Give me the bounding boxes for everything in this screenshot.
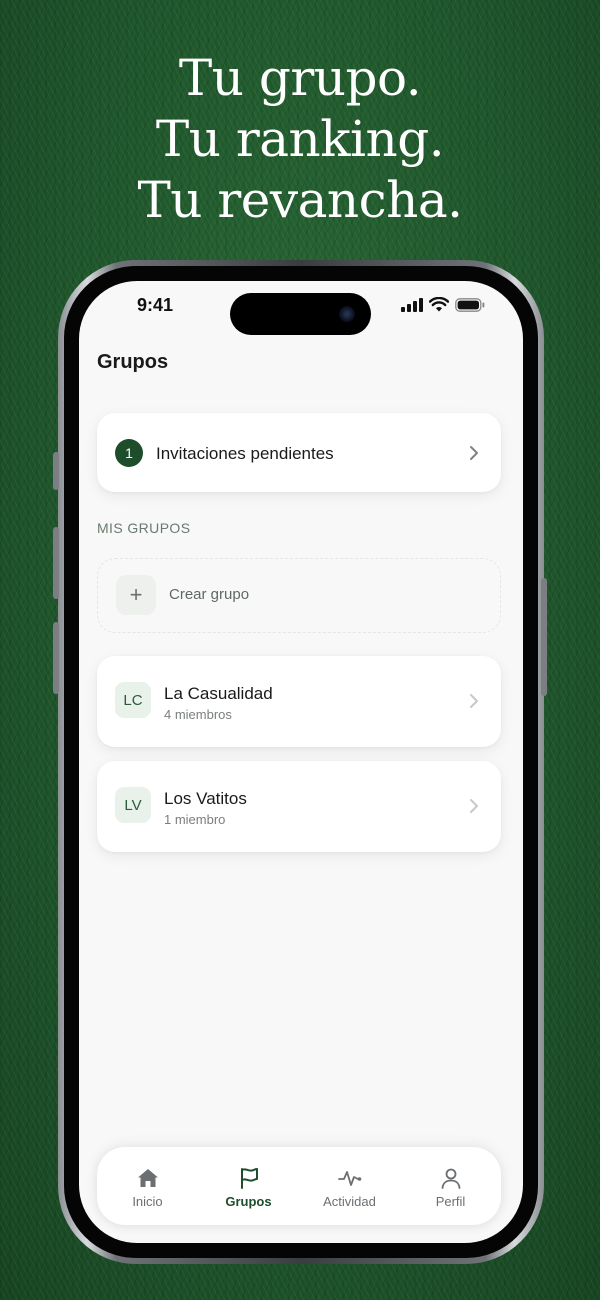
tab-inicio[interactable]: Inicio — [97, 1147, 198, 1225]
tab-label: Actividad — [323, 1194, 376, 1209]
user-icon — [441, 1168, 461, 1189]
camera-icon — [339, 306, 355, 322]
pending-invitations-card[interactable]: 1 Invitaciones pendientes — [97, 413, 501, 492]
tab-label: Grupos — [225, 1194, 272, 1209]
tab-grupos[interactable]: Grupos — [198, 1147, 299, 1225]
battery-icon — [455, 297, 485, 312]
volume-down-button — [53, 622, 59, 694]
status-icons — [401, 297, 485, 312]
action-button — [53, 452, 59, 490]
group-name: La Casualidad — [164, 684, 273, 703]
volume-up-button — [53, 527, 59, 599]
invitations-label: Invitaciones pendientes — [156, 444, 334, 463]
group-card[interactable]: LC La Casualidad 4 miembros — [97, 656, 501, 747]
tab-label: Perfil — [435, 1194, 466, 1209]
flag-icon — [241, 1168, 258, 1189]
section-label-my-groups: MIS GRUPOS — [97, 520, 191, 536]
group-name: Los Vatitos — [164, 789, 247, 808]
create-group-button[interactable]: + Crear grupo — [97, 558, 501, 633]
chevron-right-icon — [470, 694, 478, 708]
tab-actividad[interactable]: Actividad — [299, 1147, 400, 1225]
tab-bar: Inicio Grupos Actividad Perfil — [97, 1147, 501, 1225]
tab-label: Inicio — [132, 1194, 163, 1209]
create-group-label: Crear grupo — [169, 586, 250, 603]
cellular-signal-icon — [401, 297, 423, 312]
chevron-right-icon — [470, 446, 478, 460]
dynamic-island — [230, 293, 371, 335]
activity-icon — [338, 1171, 362, 1186]
group-avatar: LC — [115, 682, 151, 718]
headline-line-3: Tu revancha. — [137, 171, 463, 229]
headline-line-2: Tu ranking. — [155, 110, 445, 168]
home-icon — [138, 1169, 158, 1187]
group-card[interactable]: LV Los Vatitos 1 miembro — [97, 761, 501, 852]
tab-perfil[interactable]: Perfil — [400, 1147, 501, 1225]
marketing-headline: Tu grupo. Tu ranking. Tu revancha. — [0, 48, 600, 231]
wifi-icon — [429, 297, 449, 312]
app-screen: 9:41 Grupos 1 Invitaciones pendientes MI… — [79, 281, 523, 1243]
chevron-right-icon — [470, 799, 478, 813]
group-member-count: 4 miembros — [164, 707, 232, 722]
headline-line-1: Tu grupo. — [178, 49, 422, 107]
group-avatar: LV — [115, 787, 151, 823]
group-member-count: 1 miembro — [164, 812, 226, 827]
page-title: Grupos — [97, 351, 169, 373]
status-time: 9:41 — [137, 295, 174, 315]
plus-icon: + — [116, 575, 156, 615]
power-button — [541, 578, 547, 696]
invitations-count-badge: 1 — [115, 439, 143, 467]
